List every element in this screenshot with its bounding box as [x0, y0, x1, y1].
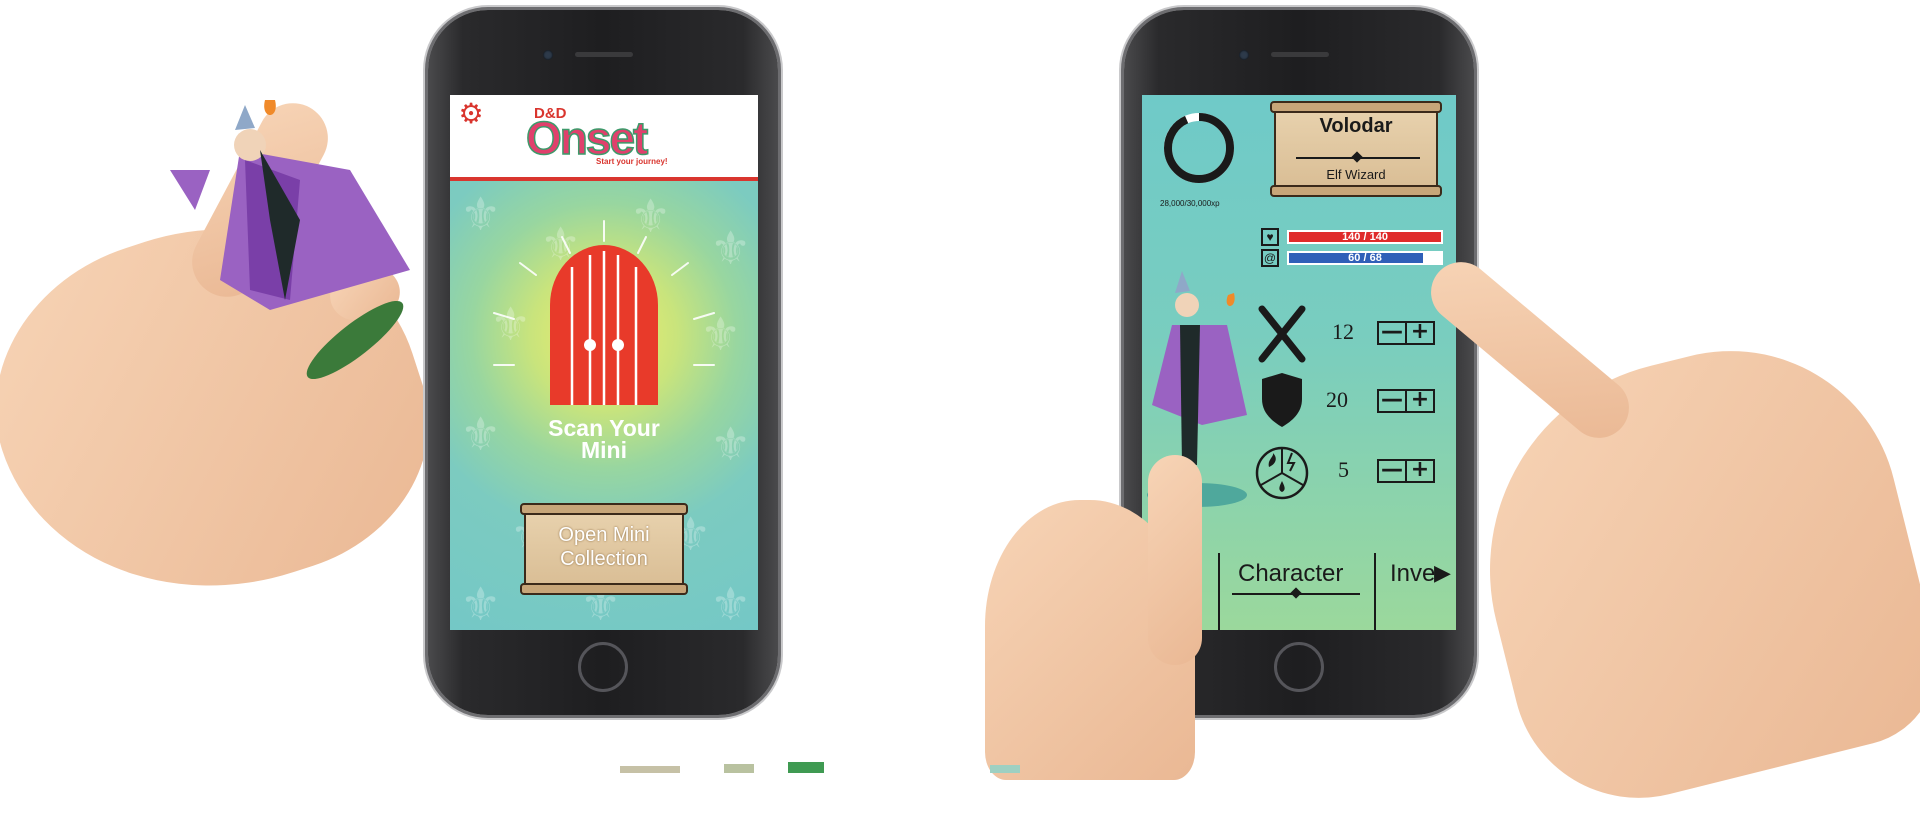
left-screen: ⚜⚜⚜⚜ ⚜⚜ ⚜⚜ ⚜⚜ ⚜⚜⚜ ⚙ D&D Onset Start your…: [450, 95, 758, 630]
scan-label: Scan Your Mini: [548, 415, 660, 463]
logo-tagline: Start your journey!: [596, 157, 668, 166]
character-class: Elf Wizard: [1326, 167, 1386, 182]
diamond-icon: [1290, 587, 1302, 599]
diamond-icon: [1351, 151, 1363, 163]
hp-text: 140 / 140: [1342, 231, 1388, 243]
top-bar: ⚙ D&D Onset Start your journey!: [450, 95, 758, 181]
defense-value: 20: [1326, 387, 1348, 412]
defense-plus-button[interactable]: +: [1405, 389, 1433, 411]
home-button[interactable]: [1274, 642, 1324, 692]
next-arrow-icon[interactable]: ▶: [1434, 561, 1451, 586]
right-pointing-hand: [1445, 315, 1920, 825]
magic-value: 5: [1338, 457, 1349, 482]
heart-icon: ♥: [1261, 228, 1279, 246]
mana-text: 60 / 68: [1348, 252, 1382, 264]
app-logo: D&D Onset Start your journey!: [525, 97, 676, 171]
shield-icon: [1258, 373, 1306, 427]
magic-stepper[interactable]: — +: [1377, 459, 1435, 483]
settings-button[interactable]: ⚙: [456, 99, 486, 129]
attack-minus-button[interactable]: —: [1379, 321, 1405, 343]
hp-bar: 140 / 140: [1287, 230, 1443, 244]
door-icon: [493, 220, 715, 405]
open-collection-button[interactable]: Open Mini Collection: [520, 503, 688, 595]
card-strip: [620, 762, 1100, 773]
swirl-icon: @: [1261, 249, 1279, 267]
attack-stepper[interactable]: — +: [1377, 321, 1435, 345]
character-name-plate: Volodar Elf Wizard: [1270, 101, 1442, 197]
front-camera: [543, 50, 553, 60]
tab-divider: [1218, 553, 1220, 630]
tab-character[interactable]: Character: [1238, 560, 1343, 588]
character-name: Volodar: [1319, 115, 1393, 137]
tab-divider: [1374, 553, 1376, 630]
defense-minus-button[interactable]: —: [1379, 389, 1405, 411]
scan-mini-button[interactable]: Scan Your Mini: [490, 215, 718, 515]
xp-text: 28,000/30,000xp: [1160, 199, 1220, 208]
tab-inventory[interactable]: Inve: [1390, 560, 1435, 588]
crossed-swords-icon: [1256, 303, 1308, 363]
tab-inventory-label: Inve: [1390, 560, 1436, 587]
elements-icon: [1254, 445, 1310, 501]
attack-value: 12: [1332, 319, 1354, 344]
right-thumb: [1148, 455, 1202, 665]
xp-ring: [1164, 113, 1234, 183]
magic-minus-button[interactable]: —: [1379, 459, 1405, 481]
front-camera: [1239, 50, 1249, 60]
home-button[interactable]: [578, 642, 628, 692]
earpiece: [575, 52, 633, 57]
defense-stepper[interactable]: — +: [1377, 389, 1435, 413]
earpiece: [1271, 52, 1329, 57]
left-phone: ⚜⚜⚜⚜ ⚜⚜ ⚜⚜ ⚜⚜ ⚜⚜⚜ ⚙ D&D Onset Start your…: [428, 10, 778, 715]
magic-plus-button[interactable]: +: [1405, 459, 1433, 481]
attack-plus-button[interactable]: +: [1405, 321, 1433, 343]
mana-bar: 60 / 68: [1287, 251, 1443, 265]
open-collection-label: Open Mini Collection: [558, 524, 650, 570]
miniature-figure: [150, 100, 420, 390]
tab-character-label: Character: [1238, 560, 1344, 587]
